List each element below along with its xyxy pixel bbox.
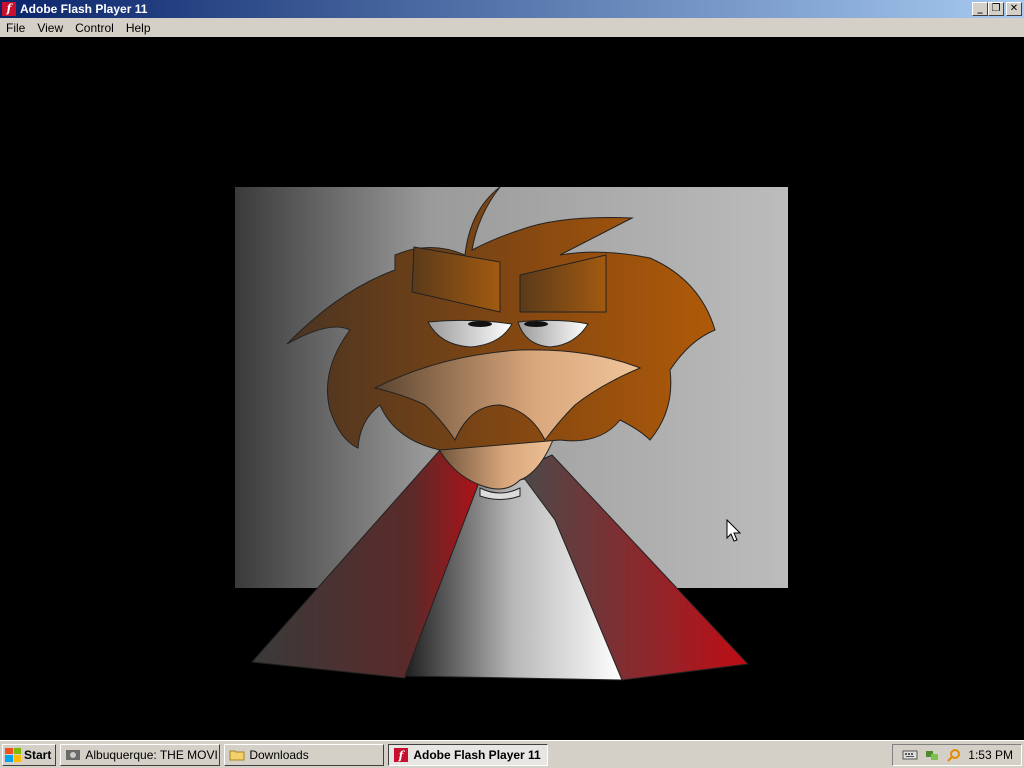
movie-icon bbox=[66, 749, 81, 760]
windows-logo-icon bbox=[5, 747, 21, 762]
right-pupil bbox=[524, 321, 548, 327]
clock[interactable]: 1:53 PM bbox=[968, 748, 1013, 762]
start-label: Start bbox=[24, 747, 52, 762]
menu-file[interactable]: File bbox=[0, 21, 31, 35]
network-icon[interactable] bbox=[924, 748, 940, 762]
menu-control[interactable]: Control bbox=[69, 21, 120, 35]
taskbar-item-label: Albuquerque: THE MOVI... bbox=[85, 747, 221, 762]
window-controls: _ ❐ ✕ bbox=[972, 2, 1022, 16]
title-bar[interactable]: f Adobe Flash Player 11 _ ❐ ✕ bbox=[0, 0, 1024, 18]
menu-view[interactable]: View bbox=[31, 21, 69, 35]
system-tray: 1:53 PM bbox=[892, 744, 1022, 766]
taskbar-item-flash-player[interactable]: f Adobe Flash Player 11 bbox=[388, 743, 549, 766]
taskbar-item-downloads[interactable]: Downloads bbox=[224, 743, 385, 766]
desktop: f Adobe Flash Player 11 _ ❐ ✕ File View … bbox=[0, 0, 1024, 768]
left-pupil bbox=[468, 321, 492, 327]
taskbar-item-albuquerque[interactable]: Albuquerque: THE MOVI... bbox=[60, 743, 221, 766]
taskbar-item-label: Downloads bbox=[249, 747, 309, 762]
flash-stage[interactable] bbox=[0, 37, 1024, 740]
menu-help[interactable]: Help bbox=[120, 21, 157, 35]
menu-bar: File View Control Help bbox=[0, 18, 1024, 37]
flash-movie-frame bbox=[235, 186, 788, 681]
taskbar: Start Albuquerque: THE MOVI... Downloads… bbox=[0, 740, 1024, 768]
restore-button[interactable]: ❐ bbox=[988, 2, 1004, 16]
window-title: Adobe Flash Player 11 bbox=[20, 2, 148, 16]
flash-icon: f bbox=[394, 747, 409, 762]
keyboard-icon[interactable] bbox=[902, 748, 918, 762]
close-button[interactable]: ✕ bbox=[1006, 2, 1022, 16]
start-button[interactable]: Start bbox=[2, 743, 57, 766]
minimize-button[interactable]: _ bbox=[972, 2, 988, 16]
folder-icon bbox=[229, 750, 245, 760]
taskbar-item-label: Adobe Flash Player 11 bbox=[413, 747, 541, 762]
search-icon[interactable] bbox=[946, 748, 962, 762]
flash-app-icon: f bbox=[2, 2, 16, 16]
